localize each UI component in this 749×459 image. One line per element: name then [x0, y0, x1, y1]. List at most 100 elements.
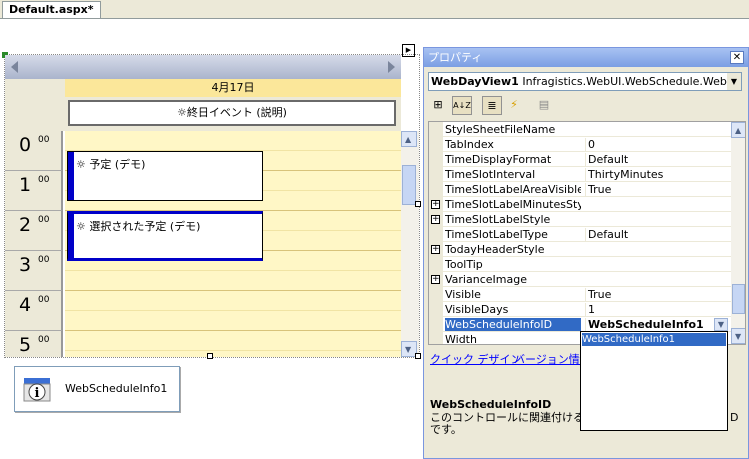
property-row-gutter	[429, 302, 443, 317]
property-row-gutter: +	[429, 197, 443, 212]
property-name: VisibleDays	[445, 303, 509, 316]
properties-title: プロパティ	[428, 51, 483, 64]
property-row[interactable]: TimeDisplayFormat Default	[429, 152, 731, 167]
property-row[interactable]: + TimeSlotLabelStyle	[429, 212, 731, 227]
property-row[interactable]: TimeSlotInterval ThirtyMinutes	[429, 167, 731, 182]
schedule-info-component[interactable]: i WebScheduleInfo1	[14, 366, 180, 412]
properties-button[interactable]: ≣	[482, 96, 502, 115]
property-row[interactable]: WebScheduleInfoID WebScheduleInfo1	[429, 317, 731, 332]
property-row[interactable]: TimeSlotLabelAreaVisible True	[429, 182, 731, 197]
property-row[interactable]: TimeSlotLabelType Default	[429, 227, 731, 242]
property-row[interactable]: + TodayHeaderStyle	[429, 242, 731, 257]
all-day-event[interactable]: ☼終日イベント (説明)	[68, 100, 396, 126]
property-pages-button[interactable]: ▤	[534, 96, 554, 115]
expand-icon[interactable]: +	[431, 215, 440, 224]
property-row[interactable]: StyleSheetFileName	[429, 122, 731, 137]
time-slot[interactable]	[65, 351, 401, 357]
time-slot[interactable]	[65, 131, 401, 151]
property-name: ToolTip	[445, 258, 483, 271]
property-row[interactable]: Visible True	[429, 287, 731, 302]
property-row-gutter: +	[429, 272, 443, 287]
property-row[interactable]: + TimeSlotLabelMinutesStyle	[429, 197, 731, 212]
schedule-info-dropdown[interactable]: WebScheduleInfo1	[580, 331, 728, 431]
property-value[interactable]: ThirtyMinutes	[585, 168, 734, 181]
property-value[interactable]: True	[585, 288, 734, 301]
all-day-area: ☼終日イベント (説明)	[65, 97, 401, 131]
alphabetical-button[interactable]: A↓Z	[452, 96, 472, 115]
time-slot[interactable]	[65, 311, 401, 331]
object-name: WebDayView1	[431, 75, 519, 88]
property-name: Visible	[445, 288, 481, 301]
all-day-event-label: 終日イベント (説明)	[186, 106, 287, 119]
hour-label: 1 00	[5, 171, 63, 211]
quick-design-link[interactable]: クイック デザイン	[430, 351, 522, 367]
chevron-down-icon[interactable]: ▼	[727, 73, 741, 90]
date-header: 4月17日	[65, 79, 401, 97]
time-slot[interactable]	[65, 291, 401, 311]
property-row-gutter	[429, 317, 443, 332]
scroll-thumb[interactable]	[732, 284, 745, 314]
property-value[interactable]: True	[585, 183, 734, 196]
property-row[interactable]: ToolTip	[429, 257, 731, 272]
property-value[interactable]: 1	[585, 303, 734, 316]
property-row[interactable]: VisibleDays 1	[429, 302, 731, 317]
scroll-thumb[interactable]	[402, 165, 416, 205]
scroll-down-button[interactable]: ▼	[731, 328, 745, 344]
web-day-view[interactable]: 4月17日 ☼終日イベント (説明) 0 00 1 00 2 00 3 00 4 00 5…	[2, 52, 420, 358]
property-grid: StyleSheetFileName TabIndex 0 TimeDisplayFo…	[428, 121, 746, 345]
next-day-icon[interactable]	[388, 61, 395, 73]
property-value[interactable]: Default	[585, 153, 734, 166]
events-button[interactable]: ⚡	[504, 96, 524, 115]
alarm-icon: ☼	[76, 220, 86, 233]
property-row-gutter	[429, 227, 443, 242]
expand-icon[interactable]: +	[431, 200, 440, 209]
time-slot[interactable]	[65, 331, 401, 351]
expand-icon[interactable]: +	[431, 245, 440, 254]
property-row-gutter	[429, 182, 443, 197]
property-row-gutter: +	[429, 212, 443, 227]
navigation-bar	[5, 55, 401, 79]
property-row-gutter	[429, 332, 443, 344]
property-name: TabIndex	[445, 138, 494, 151]
chevron-down-icon[interactable]: ▼	[714, 318, 728, 331]
scroll-up-button[interactable]: ▲	[731, 122, 745, 138]
header-corner	[5, 79, 65, 131]
day-view-scrollbar[interactable]: ▲ ▼	[401, 131, 419, 357]
property-row[interactable]: + VarianceImage	[429, 272, 731, 287]
resize-handle[interactable]	[415, 353, 421, 359]
time-slot[interactable]	[65, 271, 401, 291]
resize-handle[interactable]	[415, 201, 421, 207]
property-value[interactable]: WebScheduleInfo1	[585, 318, 734, 331]
selected-appointment[interactable]: ☼ 選択された予定 (デモ)	[67, 211, 263, 261]
time-grid: 0 00 1 00 2 00 3 00 4 00 5 00 ☼ 予定 (デモ) ☼ 選択され…	[5, 131, 401, 357]
svg-text:i: i	[35, 386, 40, 401]
resize-handle[interactable]	[207, 353, 213, 359]
close-icon[interactable]: ✕	[730, 51, 744, 64]
categorized-button[interactable]: ⊞	[428, 96, 448, 115]
description-title: WebScheduleInfoID	[430, 398, 552, 411]
hour-label: 3 00	[5, 251, 63, 291]
appointment-bar	[68, 152, 74, 200]
previous-day-icon[interactable]	[11, 61, 18, 73]
property-name: Width	[445, 333, 477, 345]
property-value[interactable]: 0	[585, 138, 734, 151]
property-name: TimeSlotLabelMinutesStyle	[445, 198, 581, 211]
hour-label: 5 00	[5, 331, 63, 357]
property-row-gutter	[429, 257, 443, 272]
dropdown-option[interactable]: WebScheduleInfo1	[582, 333, 726, 346]
property-row-gutter	[429, 137, 443, 152]
property-name: TimeDisplayFormat	[445, 153, 552, 166]
property-name: VarianceImage	[445, 273, 527, 286]
appointment-label: 選択された予定 (デモ)	[89, 220, 201, 233]
property-grid-scrollbar[interactable]: ▲ ▼	[731, 122, 745, 344]
hour-label: 2 00	[5, 211, 63, 251]
scroll-up-button[interactable]: ▲	[401, 131, 417, 147]
property-row[interactable]: TabIndex 0	[429, 137, 731, 152]
appointment[interactable]: ☼ 予定 (デモ)	[67, 151, 263, 201]
property-value[interactable]: Default	[585, 228, 734, 241]
property-row-gutter	[429, 122, 443, 137]
tab-default-aspx[interactable]: Default.aspx*	[2, 1, 101, 18]
expand-icon[interactable]: +	[431, 275, 440, 284]
object-type: Infragistics.WebUI.WebSchedule.WebDayV	[522, 75, 742, 88]
object-selector[interactable]: WebDayView1 Infragistics.WebUI.WebSchedu…	[428, 72, 742, 91]
